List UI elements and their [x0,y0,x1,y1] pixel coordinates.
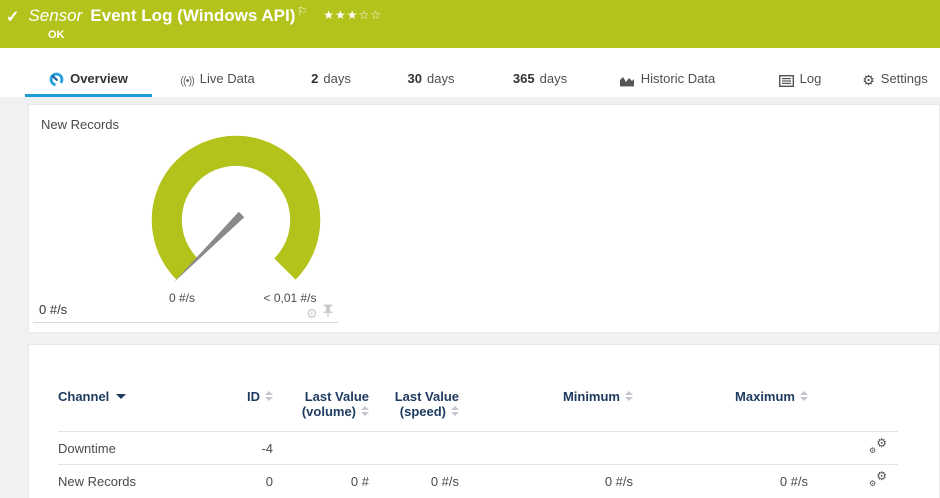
column-header-maximum[interactable]: Maximum [633,345,808,432]
tab-365-days-number: 365 [513,71,535,86]
tab-live-data[interactable]: ((•)) Live Data [170,48,265,97]
area-chart-icon [619,74,635,87]
live-data-icon: ((•)) [180,75,194,87]
channel-name[interactable]: New Records [58,465,245,498]
channel-minimum [459,432,633,465]
object-type-label: Sensor [28,6,82,26]
log-list-icon [779,75,794,87]
sort-icon [800,391,808,401]
sort-icon [451,406,459,416]
table-row-downtime: Downtime -4 ⚙⚙ [58,432,898,465]
tab-historic-data[interactable]: Historic Data [602,48,732,97]
sort-desc-icon [116,394,126,399]
gauge-max-label: < 0,01 #/s [263,291,316,305]
gauge-widget-divider [33,322,338,323]
gauge-current-value: 0 #/s [39,302,67,317]
widget-pin-icon[interactable] [323,304,333,322]
gauge-icon [49,72,64,87]
tab-settings-label: Settings [881,71,928,86]
gauge-widget-actions: ⚙ [306,304,333,322]
sensor-title-row: ✓ Sensor Event Log (Windows API) ⚐ ★★★☆☆ [6,6,382,26]
channel-maximum [633,432,808,465]
tab-overview[interactable]: Overview [25,48,152,97]
prtg-sensor-page: ✓ Sensor Event Log (Windows API) ⚐ ★★★☆☆… [0,0,940,498]
channel-last-value-volume [273,432,369,465]
tab-historic-data-label: Historic Data [641,71,715,86]
column-header-id[interactable]: ID [245,345,273,432]
column-header-last-value-volume[interactable]: Last Value(volume) [273,345,369,432]
channel-id: 0 [245,465,273,498]
sort-icon [265,391,273,401]
tab-2-days[interactable]: 2 days [300,48,362,97]
tab-2-days-label: days [323,71,350,86]
status-check-icon: ✓ [6,7,19,27]
tab-30-days-label: days [427,71,454,86]
tab-overview-label: Overview [70,71,128,86]
tab-30-days[interactable]: 30 days [395,48,467,97]
tab-365-days[interactable]: 365 days [498,48,582,97]
sensor-status-header: ✓ Sensor Event Log (Windows API) ⚐ ★★★☆☆… [0,0,940,48]
tab-log-label: Log [800,71,822,86]
channel-settings-gears-icon[interactable]: ⚙⚙ [869,439,887,454]
table-row-new-records: New Records 0 0 # 0 #/s 0 #/s 0 #/s ⚙⚙ [58,465,898,498]
channel-table: Channel ID Last Value(volume) Last Value… [58,345,898,498]
sort-icon [361,406,369,416]
tab-live-data-label: Live Data [200,71,255,86]
channel-name[interactable]: Downtime [58,432,245,465]
sort-icon [625,391,633,401]
priority-stars[interactable]: ★★★☆☆ [323,8,382,22]
stars-empty: ☆☆ [359,8,383,22]
tab-settings[interactable]: ⚙ Settings [845,48,940,97]
table-header-row: Channel ID Last Value(volume) Last Value… [58,345,898,432]
gauge-panel: New Records 0 #/s < 0,01 #/s 0 #/s ⚙ [28,104,940,333]
gauge-min-label: 0 #/s [169,291,195,305]
channel-settings-gears-icon[interactable]: ⚙⚙ [869,472,887,487]
stars-filled: ★★★ [323,8,358,22]
channel-table-panel: Channel ID Last Value(volume) Last Value… [28,344,940,498]
channel-last-value-volume: 0 # [273,465,369,498]
tab-bar: Overview ((•)) Live Data 2 days 30 days … [0,48,940,97]
gauge-chart [150,134,322,306]
channel-id: -4 [245,432,273,465]
flag-icon[interactable]: ⚐ [297,5,307,18]
column-header-actions [808,345,898,432]
gauge-channel-title: New Records [41,117,119,132]
channel-last-value-speed [369,432,459,465]
tab-365-days-label: days [540,71,567,86]
status-badge: OK [48,29,65,41]
channel-maximum: 0 #/s [633,465,808,498]
column-header-minimum[interactable]: Minimum [459,345,633,432]
gear-icon: ⚙ [862,73,875,87]
tab-log[interactable]: Log [765,48,835,97]
widget-settings-gear-icon[interactable]: ⚙ [306,307,318,320]
tab-30-days-number: 30 [408,71,422,86]
column-header-last-value-speed[interactable]: Last Value(speed) [369,345,459,432]
tab-2-days-number: 2 [311,71,318,86]
column-header-channel[interactable]: Channel [58,345,245,432]
channel-last-value-speed: 0 #/s [369,465,459,498]
channel-minimum: 0 #/s [459,465,633,498]
page-title: Event Log (Windows API) [90,6,295,26]
